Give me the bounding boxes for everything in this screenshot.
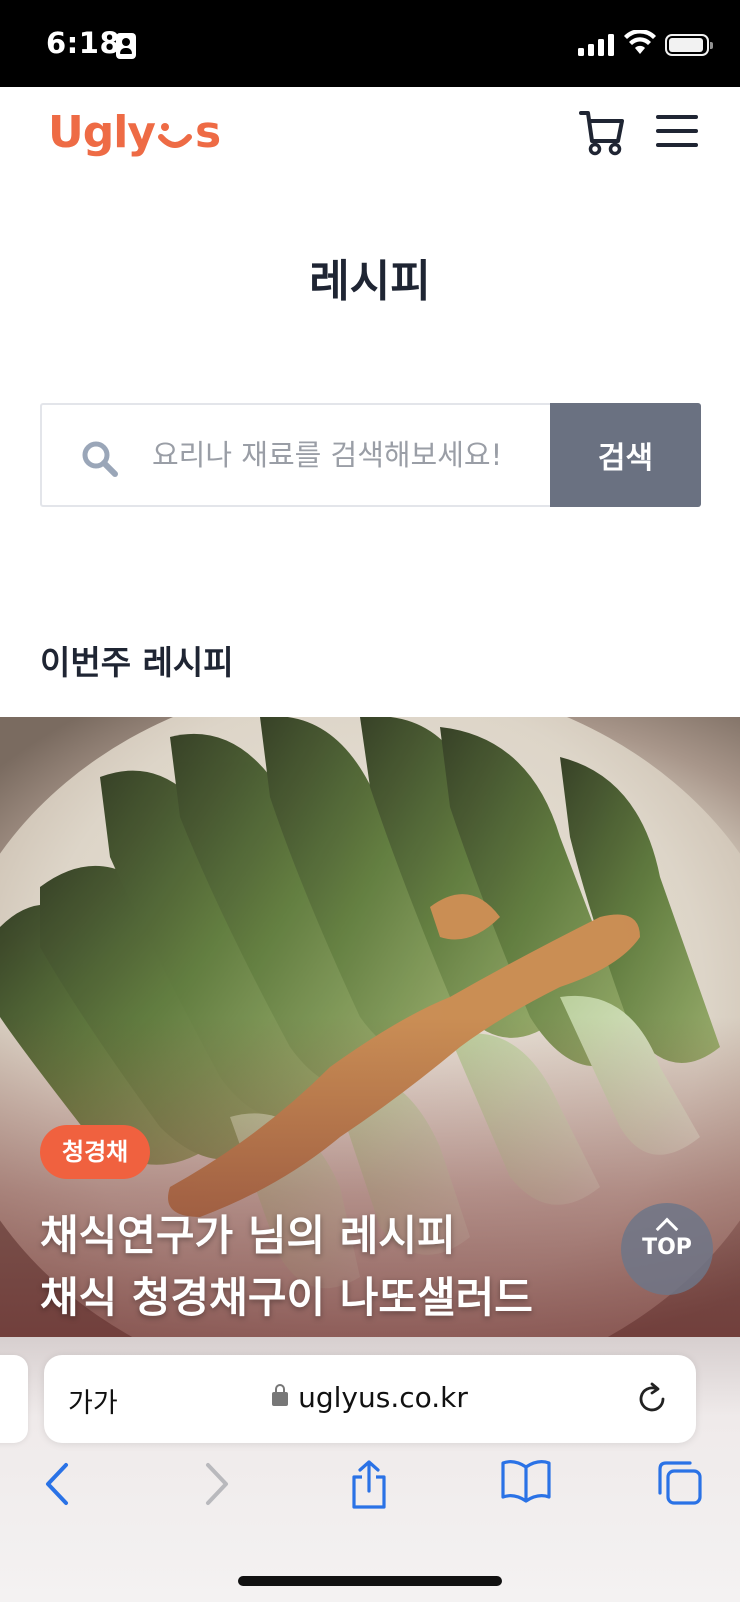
page-title: 레시피 xyxy=(309,256,431,307)
recipe-title-line-2: 채식 청경채구이 나또샐러드 xyxy=(40,1273,533,1322)
site-header: Ugly s xyxy=(0,87,740,187)
search-icon xyxy=(82,441,118,477)
browser-nav-row xyxy=(0,1459,740,1519)
logo-text-right: s xyxy=(195,107,221,158)
hamburger-menu-icon[interactable] xyxy=(656,115,698,147)
lock-icon xyxy=(272,1384,289,1406)
forward-icon[interactable] xyxy=(198,1459,234,1509)
search-input[interactable] xyxy=(152,405,552,505)
previous-tab-peek[interactable] xyxy=(0,1355,28,1443)
focus-person-icon xyxy=(116,33,136,59)
bookmarks-icon[interactable] xyxy=(500,1459,552,1503)
share-icon[interactable] xyxy=(348,1459,390,1511)
cart-icon[interactable] xyxy=(578,107,628,157)
weekly-recipe-heading: 이번주 레시피 xyxy=(40,643,234,682)
address-bar[interactable]: 가가 uglyus.co.kr xyxy=(44,1355,696,1443)
search-button[interactable]: 검색 xyxy=(550,403,701,507)
status-bar: 6:18 xyxy=(0,0,740,87)
cellular-signal-icon xyxy=(578,34,614,56)
tabs-icon[interactable] xyxy=(656,1459,704,1507)
smile-logo-icon xyxy=(157,115,193,155)
battery-icon xyxy=(665,34,713,56)
scroll-top-button[interactable]: TOP xyxy=(621,1203,713,1295)
ingredient-tag: 청경채 xyxy=(40,1125,151,1179)
status-time: 6:18 xyxy=(46,26,121,60)
url-text: uglyus.co.kr xyxy=(298,1381,468,1414)
back-icon[interactable] xyxy=(40,1459,76,1509)
wifi-icon xyxy=(624,30,656,54)
url-display: uglyus.co.kr xyxy=(44,1381,696,1414)
recipe-search-bar: 검색 xyxy=(40,403,701,507)
home-indicator xyxy=(238,1576,502,1586)
logo-text-left: Ugly xyxy=(48,107,156,158)
recipe-title: 채식연구가 님의 레시피 채식 청경채구이 나또샐러드 xyxy=(40,1205,680,1329)
recipe-title-line-1: 채식연구가 님의 레시피 xyxy=(40,1211,456,1260)
uglyus-logo[interactable]: Ugly s xyxy=(48,107,221,158)
reload-icon[interactable] xyxy=(634,1381,670,1417)
browser-toolbar: 가가 uglyus.co.kr xyxy=(0,1337,740,1602)
